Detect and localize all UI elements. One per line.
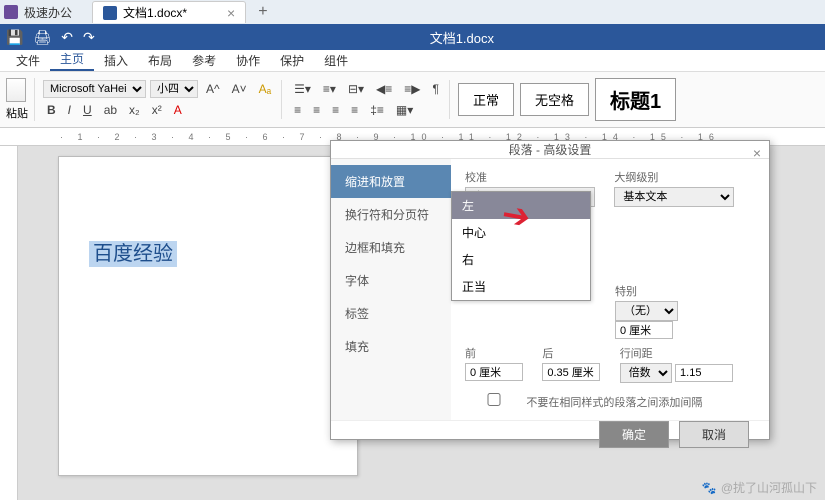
before-label: 前 <box>465 345 523 361</box>
font-group: Microsoft YaHei 小四 A^ A˅ Aₐ B I U ab x₂ … <box>43 80 282 119</box>
underline-button[interactable]: U <box>79 101 96 119</box>
styles-group: 正常 无空格 标题1 <box>458 78 676 121</box>
save-icon[interactable]: 💾 <box>6 29 23 46</box>
strike-button[interactable]: ab <box>100 101 121 119</box>
highlight-icon[interactable]: Aₐ <box>255 80 275 98</box>
style-normal[interactable]: 正常 <box>458 83 514 116</box>
undo-icon[interactable]: ↶ <box>61 29 73 46</box>
bullets-icon[interactable]: ☰▾ <box>290 80 315 98</box>
italic-button[interactable]: I <box>64 101 75 119</box>
new-tab-button[interactable]: + <box>258 3 267 21</box>
dialog-footer: 确定 取消 <box>331 420 769 448</box>
align-label: 校准 <box>465 169 595 185</box>
after-label: 后 <box>542 345 600 361</box>
ok-button[interactable]: 确定 <box>599 421 669 448</box>
tab-reference[interactable]: 参考 <box>182 50 226 71</box>
align-option-left[interactable]: 左 <box>452 192 590 219</box>
dialog-sidebar: 缩进和放置 换行符和分页符 边框和填充 字体 标签 填充 <box>331 159 451 420</box>
tab-home[interactable]: 主页 <box>50 48 94 71</box>
style-nospace[interactable]: 无空格 <box>520 83 589 116</box>
bold-button[interactable]: B <box>43 101 60 119</box>
tab-file[interactable]: 文件 <box>6 50 50 71</box>
paste-icon[interactable] <box>6 78 26 102</box>
tab-insert[interactable]: 插入 <box>94 50 138 71</box>
app-name: 极速办公 <box>24 4 72 21</box>
numbering-icon[interactable]: ≡▾ <box>319 80 340 98</box>
tab-collab[interactable]: 协作 <box>226 50 270 71</box>
dialog-title-bar: 段落 - 高级设置 × <box>331 141 769 159</box>
tab-protect[interactable]: 保护 <box>270 50 314 71</box>
special-input[interactable] <box>615 321 673 339</box>
paragraph-dialog: 段落 - 高级设置 × 缩进和放置 换行符和分页符 边框和填充 字体 标签 填充… <box>330 140 770 440</box>
line-spacing-icon[interactable]: ‡≡ <box>366 101 388 119</box>
align-center-icon[interactable]: ≡ <box>309 101 324 119</box>
before-input[interactable] <box>465 363 523 381</box>
doc-icon <box>103 6 117 20</box>
sort-icon[interactable]: ¶ <box>428 80 442 98</box>
subscript-button[interactable]: x₂ <box>125 101 144 119</box>
quick-access-bar: 💾 🖨 ↶ ↷ 文档1.docx <box>0 24 825 50</box>
ribbon: 粘贴 Microsoft YaHei 小四 A^ A˅ Aₐ B I U ab … <box>0 72 825 128</box>
sidebar-item-breaks[interactable]: 换行符和分页符 <box>331 198 451 231</box>
align-option-justify[interactable]: 正当 <box>452 273 590 300</box>
tab-title: 文档1.docx* <box>123 4 187 21</box>
app-icon <box>4 5 18 19</box>
document-tab[interactable]: 文档1.docx* × <box>92 1 246 23</box>
document-title: 文档1.docx <box>430 28 494 47</box>
dialog-content: 校准 左 ➔ 左 中心 右 正当 大纲级别 基本文本 特别 （无） <box>451 159 769 420</box>
font-size-select[interactable]: 小四 <box>150 80 198 98</box>
sidebar-item-tabs[interactable]: 标签 <box>331 297 451 330</box>
spacing-select[interactable]: 倍数 <box>620 363 672 383</box>
grow-font-icon[interactable]: A^ <box>202 80 224 98</box>
paragraph-group: ☰▾ ≡▾ ⊟▾ ◀≡ ≡▶ ¶ ≡ ≡ ≡ ≡ ‡≡ ▦▾ <box>290 80 450 119</box>
clipboard-group: 粘贴 <box>6 78 35 121</box>
watermark: 🐾@扰了山河孤山下 <box>702 479 817 496</box>
spacing-input[interactable] <box>675 364 733 382</box>
spacing-label: 行间距 <box>620 345 733 361</box>
outline-select[interactable]: 基本文本 <box>614 187 734 207</box>
multilevel-icon[interactable]: ⊟▾ <box>344 80 368 98</box>
outline-label: 大纲级别 <box>614 169 734 185</box>
decrease-indent-icon[interactable]: ◀≡ <box>372 80 396 98</box>
increase-indent-icon[interactable]: ≡▶ <box>400 80 424 98</box>
special-label: 特别 <box>615 283 739 299</box>
font-name-select[interactable]: Microsoft YaHei <box>43 80 146 98</box>
print-icon[interactable]: 🖨 <box>33 29 51 46</box>
tab-component[interactable]: 组件 <box>314 50 358 71</box>
sidebar-item-indent[interactable]: 缩进和放置 <box>331 165 451 198</box>
shrink-font-icon[interactable]: A˅ <box>228 80 251 98</box>
redo-icon[interactable]: ↷ <box>83 29 95 46</box>
font-color-icon[interactable]: A <box>170 101 186 119</box>
after-input[interactable] <box>542 363 600 381</box>
align-right-icon[interactable]: ≡ <box>328 101 343 119</box>
justify-icon[interactable]: ≡ <box>347 101 362 119</box>
special-select[interactable]: （无） <box>615 301 678 321</box>
ribbon-tabs: 文件 主页 插入 布局 参考 协作 保护 组件 <box>0 50 825 72</box>
sidebar-item-fill[interactable]: 填充 <box>331 330 451 363</box>
paste-label: 粘贴 <box>6 105 28 121</box>
tab-layout[interactable]: 布局 <box>138 50 182 71</box>
checkbox-label: 不要在相同样式的段落之间添加间隔 <box>526 397 702 409</box>
superscript-button[interactable]: x² <box>148 101 166 119</box>
titlebar: 极速办公 文档1.docx* × + <box>0 0 825 24</box>
page[interactable]: 百度经验 <box>58 156 358 476</box>
sidebar-item-border[interactable]: 边框和填充 <box>331 231 451 264</box>
sidebar-item-font[interactable]: 字体 <box>331 264 451 297</box>
shading-icon[interactable]: ▦▾ <box>392 101 417 119</box>
align-dropdown: ➔ 左 中心 右 正当 <box>451 191 591 301</box>
align-option-center[interactable]: 中心 <box>452 219 590 246</box>
style-heading1[interactable]: 标题1 <box>595 78 676 121</box>
align-left-icon[interactable]: ≡ <box>290 101 305 119</box>
align-option-right[interactable]: 右 <box>452 246 590 273</box>
no-space-checkbox[interactable] <box>465 393 523 406</box>
dialog-title: 段落 - 高级设置 <box>509 141 592 158</box>
selected-text[interactable]: 百度经验 <box>89 241 177 267</box>
close-tab-icon[interactable]: × <box>227 5 235 21</box>
paw-icon: 🐾 <box>702 481 717 495</box>
cancel-button[interactable]: 取消 <box>679 421 749 448</box>
vertical-ruler <box>0 146 18 500</box>
